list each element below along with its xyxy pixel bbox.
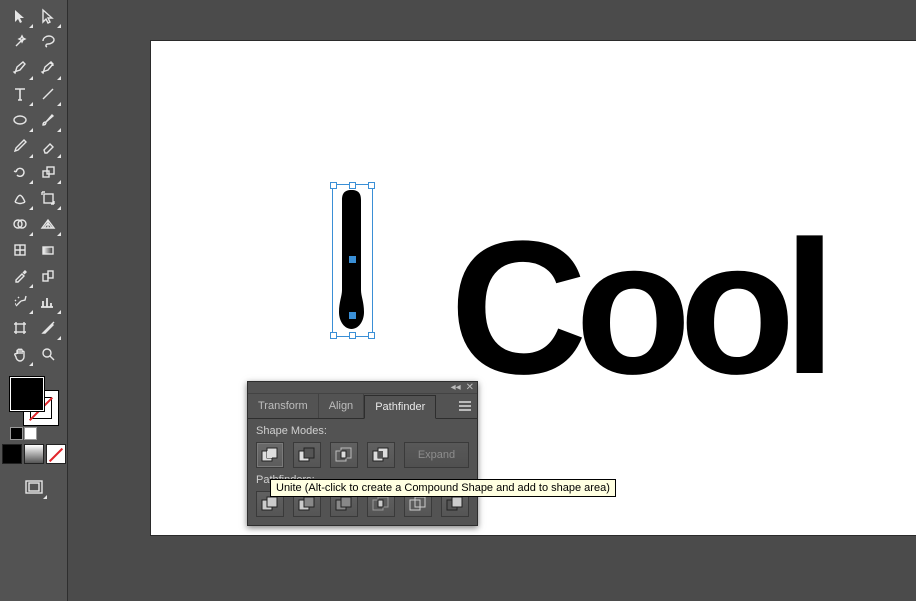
fill-swatch[interactable] bbox=[10, 377, 44, 411]
column-graph-tool[interactable] bbox=[34, 289, 62, 315]
shape-mode-unite-button[interactable] bbox=[256, 442, 284, 468]
selection-handle-ne[interactable] bbox=[368, 182, 375, 189]
panel-close-icon[interactable]: ✕ bbox=[466, 383, 474, 393]
shape-mode-intersect-button[interactable] bbox=[330, 442, 358, 468]
blend-tool[interactable] bbox=[34, 263, 62, 289]
selection-center-point[interactable] bbox=[349, 256, 356, 263]
default-mini-icon[interactable] bbox=[24, 427, 37, 440]
symbol-sprayer-tool[interactable] bbox=[6, 289, 34, 315]
tooltip-unite: Unite (Alt-click to create a Compound Sh… bbox=[270, 479, 616, 497]
swap-mini-icon[interactable] bbox=[10, 427, 23, 440]
selection-tool[interactable] bbox=[6, 3, 34, 29]
lasso-tool[interactable] bbox=[34, 29, 62, 55]
selection-handle-s[interactable] bbox=[349, 332, 356, 339]
pencil-tool[interactable] bbox=[6, 133, 34, 159]
color-mode-solid[interactable] bbox=[2, 444, 22, 464]
fill-stroke-swatches[interactable] bbox=[10, 377, 58, 425]
eraser-tool[interactable] bbox=[34, 133, 62, 159]
magic-wand-tool[interactable] bbox=[6, 29, 34, 55]
curvature-tool[interactable] bbox=[34, 55, 62, 81]
type-tool[interactable] bbox=[6, 81, 34, 107]
color-mode-gradient[interactable] bbox=[24, 444, 44, 464]
draw-mode-row bbox=[1, 444, 67, 464]
tab-transform[interactable]: Transform bbox=[248, 394, 319, 418]
screen-mode-button[interactable] bbox=[20, 474, 48, 500]
zoom-tool[interactable] bbox=[34, 341, 62, 367]
paintbrush-tool[interactable] bbox=[34, 107, 62, 133]
panel-collapse-icon[interactable]: ◂◂ bbox=[451, 383, 461, 393]
selection-handle-sw[interactable] bbox=[330, 332, 337, 339]
slice-tool[interactable] bbox=[34, 315, 62, 341]
pathfinder-panel: ◂◂ ✕ Transform Align Pathfinder Shape Mo… bbox=[247, 381, 478, 526]
color-mode-none[interactable] bbox=[46, 444, 66, 464]
selection-handle-n[interactable] bbox=[349, 182, 356, 189]
scale-tool[interactable] bbox=[34, 159, 62, 185]
panel-tabs: Transform Align Pathfinder bbox=[248, 394, 477, 419]
eyedropper-tool[interactable] bbox=[6, 263, 34, 289]
pen-tool[interactable] bbox=[6, 55, 34, 81]
left-toolbar bbox=[0, 0, 68, 601]
gradient-tool[interactable] bbox=[34, 237, 62, 263]
shape-modes-label: Shape Modes: bbox=[256, 425, 469, 437]
selection-anchor-point[interactable] bbox=[349, 312, 356, 319]
selection-handle-se[interactable] bbox=[368, 332, 375, 339]
ellipse-tool[interactable] bbox=[6, 107, 34, 133]
width-tool[interactable] bbox=[6, 185, 34, 211]
shape-builder-tool[interactable] bbox=[6, 211, 34, 237]
tab-align[interactable]: Align bbox=[319, 394, 364, 418]
artwork-text-cool[interactable]: Cool bbox=[450, 213, 824, 403]
expand-button: Expand bbox=[404, 442, 469, 468]
perspective-grid-tool[interactable] bbox=[34, 211, 62, 237]
shape-mode-exclude-button[interactable] bbox=[367, 442, 395, 468]
artboard-tool[interactable] bbox=[6, 315, 34, 341]
tab-pathfinder[interactable]: Pathfinder bbox=[364, 395, 436, 419]
rotate-tool[interactable] bbox=[6, 159, 34, 185]
shape-mode-minus-front-button[interactable] bbox=[293, 442, 321, 468]
hand-tool[interactable] bbox=[6, 341, 34, 367]
selection-handle-nw[interactable] bbox=[330, 182, 337, 189]
workspace[interactable]: Cool ◂◂ ✕ Transform Align Pathfinder Sha… bbox=[68, 0, 916, 601]
line-segment-tool[interactable] bbox=[34, 81, 62, 107]
panel-menu-icon[interactable] bbox=[453, 394, 477, 418]
mesh-tool[interactable] bbox=[6, 237, 34, 263]
direct-selection-tool[interactable] bbox=[34, 3, 62, 29]
free-transform-tool[interactable] bbox=[34, 185, 62, 211]
